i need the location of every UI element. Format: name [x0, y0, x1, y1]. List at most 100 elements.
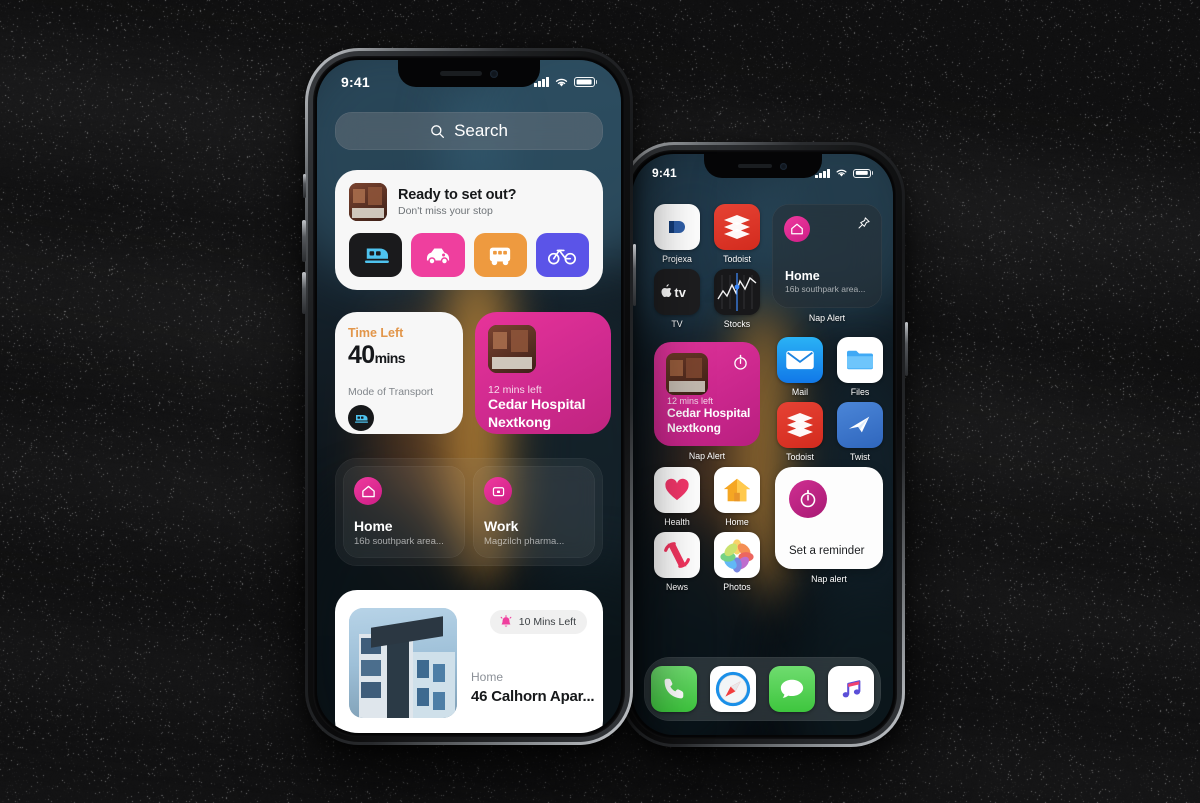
trip-card[interactable]: Ready to set out? Don't miss your stop [335, 170, 603, 290]
widget-destination-label: Nap Alert [654, 451, 760, 461]
widget-home-subtitle: 16b southpark area... [785, 284, 872, 294]
pin-icon[interactable] [856, 216, 871, 231]
front-camera [780, 163, 787, 170]
messages-icon [769, 666, 815, 712]
home-icon [784, 216, 810, 242]
news-icon [654, 532, 700, 578]
briefcase-icon [484, 477, 512, 505]
mode-bike-button[interactable] [536, 233, 589, 277]
widget-home-label: Nap Alert [772, 313, 882, 323]
app-twist[interactable]: Twist [837, 402, 883, 462]
mode-bus-button[interactable] [474, 233, 527, 277]
building-name: 46 Calhorn Apar... [471, 688, 594, 705]
destination-thumbnail [488, 325, 536, 373]
right-phone-screen[interactable]: 9:41 Projexa Todoist tv TV Stocks Home 1… [632, 154, 893, 735]
destination-name-2: Nextkong [488, 414, 598, 432]
mail-icon [777, 337, 823, 383]
destination-name-1: Cedar Hospital [488, 396, 598, 414]
train-icon [361, 243, 391, 267]
trip-card-title: Ready to set out? [398, 187, 516, 203]
twist-icon [837, 402, 883, 448]
left-phone-screen[interactable]: 9:41 Search Ready to set out? Don't miss… [317, 60, 621, 733]
app-label: Todoist [777, 452, 823, 462]
app-stocks[interactable]: Stocks [714, 269, 760, 329]
phone-icon [651, 666, 697, 712]
left-phone-notch [398, 60, 540, 87]
widget-reminder[interactable]: Set a reminder Nap alert [775, 467, 883, 569]
widget-home-title: Home [785, 269, 872, 283]
photos-icon [714, 532, 760, 578]
car-icon [423, 243, 453, 267]
app-label: Mail [777, 387, 823, 397]
volume-down-button[interactable] [302, 272, 306, 314]
mode-car-button[interactable] [411, 233, 464, 277]
earpiece-speaker [440, 71, 482, 76]
app-photos[interactable]: Photos [714, 532, 760, 592]
dock-app-phone[interactable] [651, 666, 697, 712]
power-button[interactable] [905, 322, 908, 376]
app-todoist-2[interactable]: Todoist [777, 402, 823, 462]
volume-up-button[interactable] [302, 220, 306, 262]
home-app-icon [714, 467, 760, 513]
apple-tv-icon: tv [654, 269, 700, 315]
left-phone-device: 9:41 Search Ready to set out? Don't miss… [305, 48, 633, 745]
battery-icon [574, 77, 598, 88]
battery-icon [853, 169, 874, 178]
widget-home[interactable]: Home 16b southpark area... Nap Alert [772, 204, 882, 308]
widget-reminder-label: Nap alert [775, 574, 883, 584]
alert-pill[interactable]: 10 Mins Left [490, 610, 587, 634]
time-left-label: Time Left [348, 326, 450, 340]
place-tile-work[interactable]: Work Magzilch pharma... [473, 466, 595, 558]
files-icon [837, 337, 883, 383]
trip-card-header: Ready to set out? Don't miss your stop [349, 183, 589, 221]
app-label: Todoist [714, 254, 760, 264]
app-mail[interactable]: Mail [777, 337, 823, 397]
app-news[interactable]: News [654, 532, 700, 592]
status-time: 9:41 [652, 166, 677, 180]
app-label: Stocks [714, 319, 760, 329]
destination-name-1: Cedar Hospital [667, 406, 752, 421]
app-projexa[interactable]: Projexa [654, 204, 700, 264]
building-card[interactable]: 10 Mins Left Home 46 Calhorn Apar... [335, 590, 603, 733]
health-icon [654, 467, 700, 513]
destination-name-2: Nextkong [667, 421, 752, 436]
app-label: Home [714, 517, 760, 527]
time-left-card[interactable]: Time Left 40mins Mode of Transport [335, 312, 463, 434]
mode-train-button[interactable] [349, 233, 402, 277]
search-bar[interactable]: Search [335, 112, 603, 150]
timer-icon [789, 480, 827, 518]
app-todoist-1[interactable]: Todoist [714, 204, 760, 264]
app-label: Photos [714, 582, 760, 592]
svg-text:tv: tv [674, 285, 686, 300]
projexa-icon [654, 204, 700, 250]
mode-of-transport-label: Mode of Transport [348, 386, 450, 398]
trip-card-subtitle: Don't miss your stop [398, 205, 516, 217]
stocks-icon [714, 269, 760, 315]
dock-app-messages[interactable] [769, 666, 815, 712]
place-tile-home[interactable]: Home 16b southpark area... [343, 466, 465, 558]
app-files[interactable]: Files [837, 337, 883, 397]
power-button[interactable] [633, 244, 637, 306]
status-time: 9:41 [341, 74, 370, 90]
place-subtitle: 16b southpark area... [354, 536, 454, 547]
home-icon [354, 477, 382, 505]
destination-card[interactable]: 12 mins left Cedar Hospital Nextkong [475, 312, 611, 434]
app-health[interactable]: Health [654, 467, 700, 527]
mode-of-transport-chip [348, 405, 374, 431]
right-phone-bezel: 9:41 Projexa Todoist tv TV Stocks Home 1… [628, 150, 897, 739]
trip-thumbnail [349, 183, 387, 221]
bicycle-icon [547, 244, 577, 266]
app-home[interactable]: Home [714, 467, 760, 527]
place-subtitle: Magzilch pharma... [484, 536, 584, 547]
place-title: Work [484, 518, 584, 534]
app-tv[interactable]: tv TV [654, 269, 700, 329]
wifi-icon [554, 77, 569, 88]
app-label: News [654, 582, 700, 592]
mute-switch[interactable] [303, 174, 306, 198]
dock-app-music[interactable] [828, 666, 874, 712]
widget-destination[interactable]: 12 mins left Cedar Hospital Nextkong Nap… [654, 342, 760, 446]
dock-app-safari[interactable] [710, 666, 756, 712]
destination-mins: 12 mins left [667, 396, 752, 406]
destination-mins: 12 mins left [488, 384, 598, 396]
todoist-icon [777, 402, 823, 448]
